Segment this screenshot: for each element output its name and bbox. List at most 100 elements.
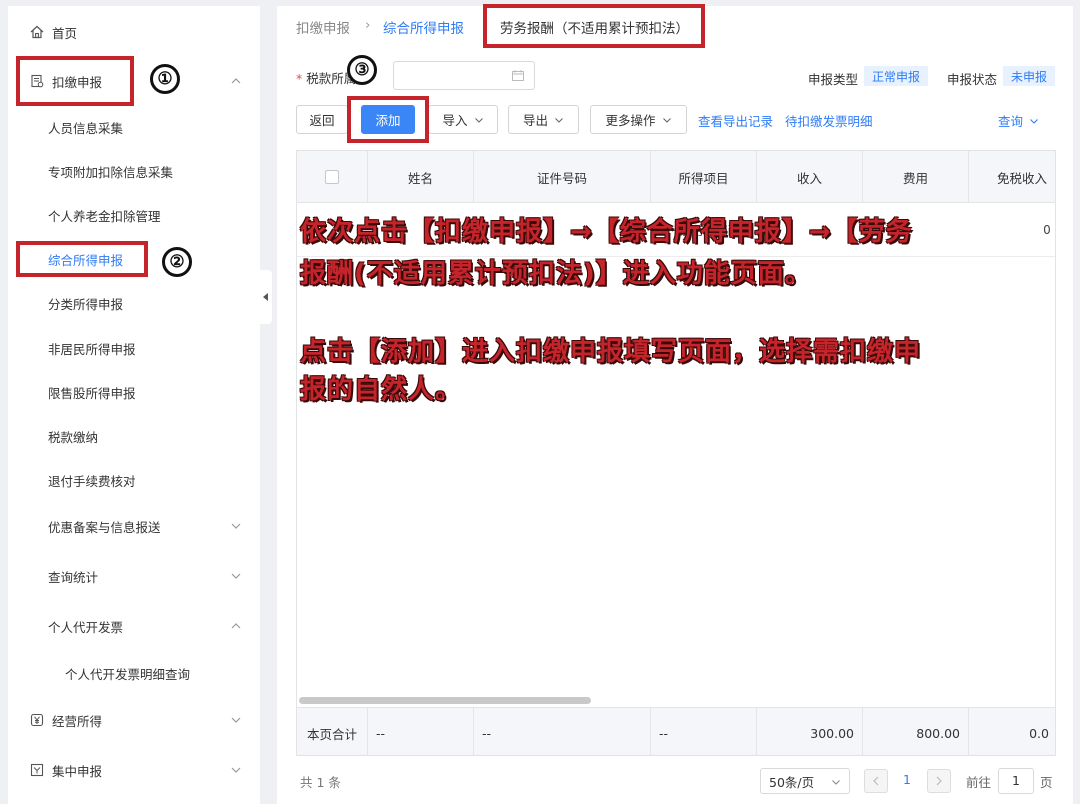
sidebar-item-restricted[interactable]: 限售股所得申报 [8,377,260,407]
sidebar-item-label: 个人养老金扣除管理 [48,208,161,224]
breadcrumb-item-withhold[interactable]: 扣缴申报 [296,17,350,37]
breadcrumb-item-comprehensive[interactable]: 综合所得申报 [383,17,464,37]
chevron-down-icon [231,523,241,529]
sidebar-item-label: 个人代开发票明细查询 [65,666,191,682]
chevron-down-icon [555,117,563,123]
sidebar-item-label: 税款缴纳 [48,429,99,445]
back-button[interactable]: 返回 [296,105,348,134]
goto-page-input[interactable]: 1 [998,768,1034,794]
sidebar-item-label: 非居民所得申报 [48,341,136,357]
declare-type-badge: 正常申报 [864,66,929,86]
footer-cell: -- [368,708,474,755]
more-actions-button[interactable]: 更多操作 [590,105,687,134]
column-header-cost[interactable]: 费用 [863,151,969,203]
sidebar-item-label: 分类所得申报 [48,296,124,312]
chevron-down-icon [832,780,840,785]
query-toggle-label: 查询 [998,114,1024,129]
chevron-left-icon [873,776,879,786]
sidebar-item-nonresident[interactable]: 非居民所得申报 [8,333,260,363]
goto-suffix: 页 [1040,775,1053,790]
breadcrumb-separator-icon: › [365,17,371,33]
table-footer-totals: 本页合计 -- -- -- 300.00 800.00 0.0 [297,707,1055,755]
prev-page-button[interactable] [864,769,888,793]
highlight-box-withhold [16,56,134,106]
column-header-id[interactable]: 证件号码 [474,151,651,203]
chevron-down-icon [1030,118,1038,124]
highlight-box-breadcrumb [483,4,705,48]
pagination-total: 共 1 条 [300,775,341,790]
sidebar-item-query[interactable]: 查询统计 [8,561,260,591]
yen-icon [30,713,44,727]
declare-status-badge: 未申报 [1003,66,1056,86]
sidebar-item-pension[interactable]: 个人养老金扣除管理 [8,200,260,230]
sidebar-item-label: 优惠备案与信息报送 [48,519,161,535]
view-export-records-link[interactable]: 查看导出记录 [698,111,773,130]
footer-cell: -- [474,708,651,755]
chevron-up-icon [231,78,241,84]
step-marker-2: ② [162,247,192,277]
declare-type-label: 申报类型 [808,72,859,87]
page-size-select[interactable]: 50条/页 [760,768,850,794]
declare-status-label: 申报状态 [947,72,998,87]
footer-cell: -- [651,708,757,755]
highlight-box-add [347,96,429,143]
footer-cost-total: 800.00 [863,708,969,755]
sidebar-item-label: 退付手续费核对 [48,473,136,489]
step-marker-3: ③ [347,55,377,85]
tax-free-cell: 0 [1043,223,1051,237]
footer-label: 本页合计 [297,708,368,755]
sidebar-item-label: 集中申报 [52,763,103,779]
instruction-line-4: 报的自然人。 [300,375,463,405]
step-marker-1: ① [150,64,180,94]
sidebar-item-invoice-detail[interactable]: 个人代开发票明细查询 [8,658,260,688]
highlight-box-comprehensive [16,241,148,277]
instruction-line-2: 报酬(不适用累计预扣法)】进入功能页面。 [300,259,812,289]
footer-income-total: 300.00 [757,708,863,755]
sidebar-item-label: 个人代开发票 [48,619,124,635]
pending-invoice-detail-link[interactable]: 待扣缴发票明细 [785,111,873,130]
import-button[interactable]: 导入 [428,105,498,134]
sidebar-item-label: 限售股所得申报 [48,385,136,401]
sidebar-collapse-handle[interactable] [260,270,272,324]
calendar-icon [512,70,524,81]
sidebar-item-home[interactable]: 首页 [8,17,260,47]
next-page-button[interactable] [927,769,951,793]
sidebar-item-personnel[interactable]: 人员信息采集 [8,112,260,142]
period-date-input[interactable] [393,61,535,90]
sidebar-item-preferential[interactable]: 优惠备案与信息报送 [8,511,260,541]
column-header-income[interactable]: 收入 [757,151,863,203]
query-toggle[interactable]: 查询 [998,111,1039,130]
horizontal-scrollbar[interactable] [299,697,591,704]
table-header: 姓名 证件号码 所得项目 收入 费用 免税收入 [297,151,1055,203]
sidebar-item-classified[interactable]: 分类所得申报 [8,288,260,318]
sidebar-item-label: 首页 [52,25,78,41]
chevron-down-icon [231,573,241,579]
select-all-checkbox[interactable] [325,170,339,184]
back-button-label: 返回 [309,113,335,128]
select-all-cell [297,151,368,203]
instruction-line-1: 依次点击【扣缴申报】→【综合所得申报】→【劳务 [300,217,913,247]
sidebar-item-label: 专项附加扣除信息采集 [48,164,174,180]
more-actions-label: 更多操作 [605,113,656,128]
chevron-right-icon [936,776,942,786]
column-header-name[interactable]: 姓名 [368,151,474,203]
caret-left-icon [263,293,268,301]
sidebar-item-refund[interactable]: 退付手续费核对 [8,465,260,495]
sidebar-item-business[interactable]: 经营所得 [8,705,260,735]
chevron-down-icon [231,767,241,773]
sidebar-item-special[interactable]: 专项附加扣除信息采集 [8,156,260,186]
sidebar-item-centralized[interactable]: 集中申报 [8,755,260,785]
sidebar: 首页 扣缴申报 人员信息采集 专项附加扣除信息采集 个人养老金扣除管理 综合所得… [8,6,260,804]
instruction-line-3: 点击【添加】进入扣缴申报填写页面，选择需扣缴申 [300,337,922,367]
export-button-label: 导出 [522,113,548,128]
sidebar-item-payment[interactable]: 税款缴纳 [8,421,260,451]
chevron-down-icon [231,717,241,723]
export-button[interactable]: 导出 [508,105,579,134]
chevron-down-icon [662,117,671,123]
sidebar-item-invoice[interactable]: 个人代开发票 [8,611,260,641]
monitor-icon [30,763,44,777]
column-header-income-item[interactable]: 所得项目 [651,151,757,203]
page-number-current[interactable]: 1 [897,772,917,787]
chevron-down-icon [474,117,483,123]
column-header-tax-free[interactable]: 免税收入 [969,151,1055,203]
